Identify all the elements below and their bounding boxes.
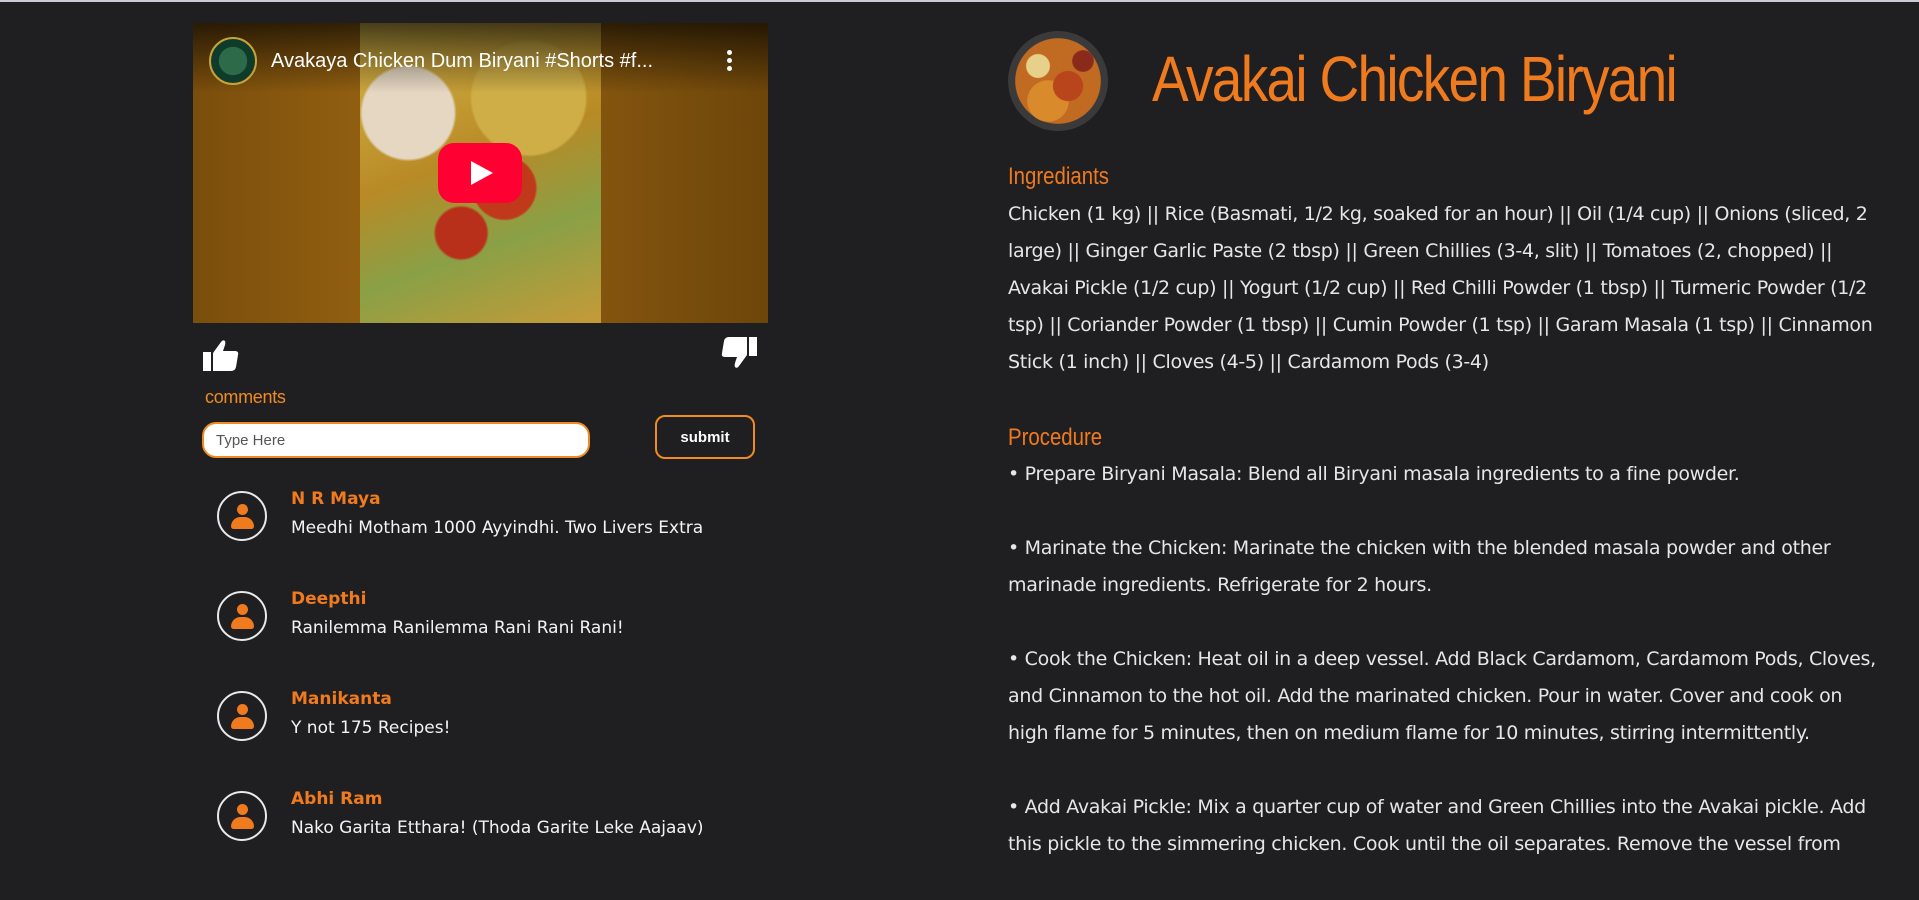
play-icon[interactable] bbox=[438, 143, 522, 203]
comment-input[interactable] bbox=[202, 422, 590, 458]
procedure-step: • Marinate the Chicken: Marinate the chi… bbox=[1008, 537, 1831, 596]
user-avatar-icon bbox=[217, 691, 267, 741]
procedure-step: • Add Avakai Pickle: Mix a quarter cup o… bbox=[1008, 796, 1866, 855]
procedure-step: • Prepare Biryani Masala: Blend all Biry… bbox=[1008, 463, 1740, 485]
comment-text: Ranilemma Ranilemma Rani Rani Rani! bbox=[291, 618, 624, 638]
comment-text: Y not 175 Recipes! bbox=[291, 718, 451, 738]
user-avatar-icon bbox=[217, 491, 267, 541]
procedure-steps: • Prepare Biryani Masala: Blend all Biry… bbox=[1008, 456, 1878, 900]
top-border bbox=[0, 0, 1919, 2]
channel-logo[interactable] bbox=[209, 37, 257, 85]
ingredients-heading: Ingrediants bbox=[1008, 163, 1109, 190]
comment-item: Deepthi Ranilemma Ranilemma Rani Rani Ra… bbox=[217, 589, 777, 651]
procedure-step: • Cook the Chicken: Heat oil in a deep v… bbox=[1008, 648, 1876, 744]
comment-author: Abhi Ram bbox=[291, 789, 383, 809]
procedure-heading: Procedure bbox=[1008, 424, 1103, 451]
comment-item: N R Maya Meedhi Motham 1000 Ayyindhi. Tw… bbox=[217, 489, 777, 551]
thumbs-up-icon[interactable] bbox=[202, 338, 240, 372]
comment-item: Manikanta Y not 175 Recipes! bbox=[217, 689, 777, 751]
more-options-icon[interactable] bbox=[719, 47, 739, 77]
comment-author: Manikanta bbox=[291, 689, 392, 709]
comment-author: Deepthi bbox=[291, 589, 367, 609]
ingredients-text: Chicken (1 kg) || Rice (Basmati, 1/2 kg,… bbox=[1008, 203, 1873, 373]
comment-item: Abhi Ram Nako Garita Etthara! (Thoda Gar… bbox=[217, 789, 777, 851]
submit-button[interactable]: submit bbox=[655, 415, 755, 459]
user-avatar-icon bbox=[217, 591, 267, 641]
recipe-title: Avakai Chicken Biryani bbox=[1152, 43, 1678, 115]
comment-author: N R Maya bbox=[291, 489, 381, 509]
recipe-image bbox=[1008, 31, 1108, 131]
video-player[interactable]: Avakaya Chicken Dum Biryani #Shorts #f..… bbox=[193, 23, 768, 323]
comment-text: Nako Garita Etthara! (Thoda Garite Leke … bbox=[291, 818, 704, 838]
comments-label: comments bbox=[205, 387, 286, 407]
user-avatar-icon bbox=[217, 791, 267, 841]
video-title[interactable]: Avakaya Chicken Dum Biryani #Shorts #f..… bbox=[271, 50, 691, 73]
comment-text: Meedhi Motham 1000 Ayyindhi. Two Livers … bbox=[291, 518, 704, 538]
thumbs-down-icon[interactable] bbox=[720, 336, 758, 370]
